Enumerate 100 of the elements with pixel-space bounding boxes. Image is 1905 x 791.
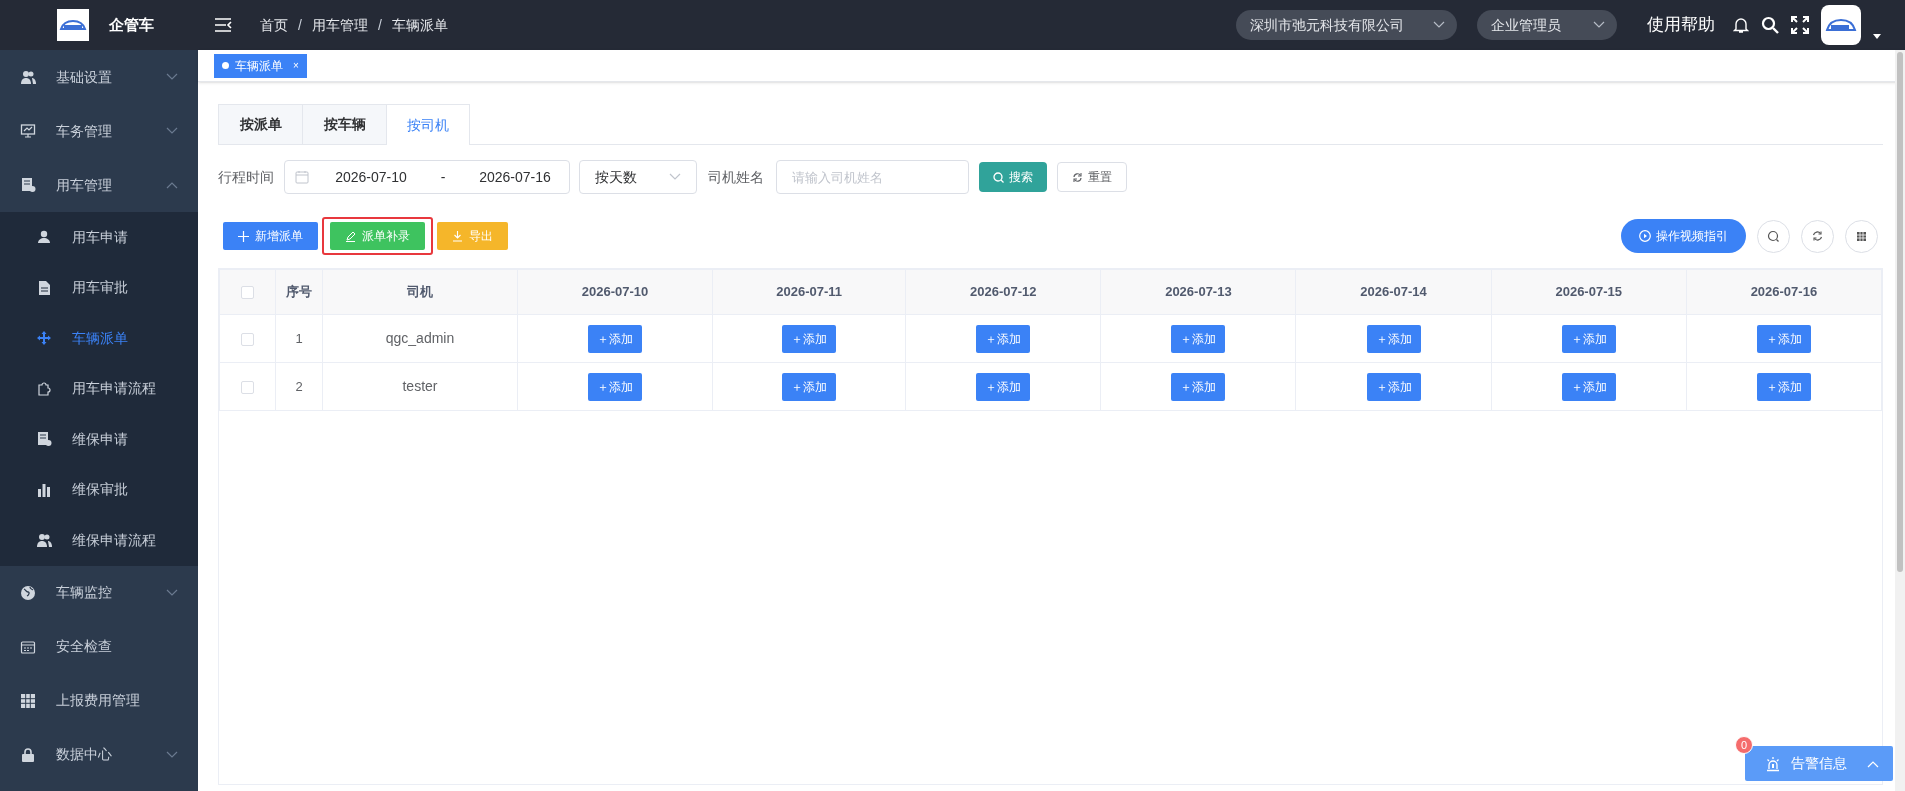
view-tab[interactable]: 按司机 (386, 104, 470, 145)
breadcrumb-separator: / (377, 15, 382, 35)
mode-select[interactable]: 按天数 (579, 160, 697, 194)
submenu-item[interactable]: 用车审批 (0, 262, 198, 313)
checkbox[interactable] (241, 380, 254, 394)
lock-icon (20, 746, 36, 763)
users-icon (36, 532, 52, 549)
add-button[interactable]: ＋添加 (976, 372, 1031, 401)
column-header: 2026-07-15 (1491, 269, 1687, 315)
users-icon (20, 69, 36, 85)
dropdown[interactable]: 企业管理员 (1477, 10, 1617, 40)
app-name: 企管车 (109, 14, 154, 35)
submenu-item[interactable]: 维保申请 (0, 414, 198, 465)
sidebar-menu-item[interactable]: 车务管理 (0, 104, 198, 158)
scrollbar[interactable] (1895, 50, 1905, 791)
chevron-down-icon (669, 173, 681, 181)
search-button[interactable] (1757, 219, 1790, 253)
video-guide-button[interactable]: 操作视频指引 (1621, 219, 1746, 253)
dropdown[interactable]: 深圳市弛元科技有限公司 (1236, 10, 1457, 40)
action-button[interactable]: 新增派单 (223, 222, 318, 250)
help-link[interactable]: 使用帮助 (1647, 12, 1715, 38)
bell-icon (1733, 16, 1749, 34)
date-range-field[interactable]: 2026-07-10 - 2026-07-16 (284, 160, 570, 194)
sidebar-menu-item[interactable]: 数据中心 (0, 727, 198, 782)
document-icon (36, 431, 52, 448)
table-cell: tester (322, 362, 518, 411)
column-header: 2026-07-12 (905, 269, 1101, 315)
grid-icon (20, 692, 36, 709)
submenu-item[interactable]: 用车申请 (0, 212, 198, 263)
submenu-item[interactable]: 维保申请流程 (0, 515, 198, 566)
move-arrows-icon (36, 330, 52, 347)
refresh-button[interactable] (1801, 219, 1834, 253)
breadcrumb-link[interactable]: 用车管理 (311, 14, 368, 36)
grid-icon (1855, 229, 1868, 243)
columns-button[interactable] (1845, 219, 1878, 253)
field-label: 行程时间 (218, 167, 274, 187)
chevron-down-icon (1593, 21, 1605, 29)
file-icon (36, 279, 52, 296)
submenu-item[interactable]: 用车申请流程 (0, 363, 198, 414)
calendar-icon (295, 170, 309, 184)
sidebar-menu-item[interactable]: 上报费用管理 (0, 673, 198, 728)
add-button[interactable]: ＋添加 (1366, 372, 1421, 401)
checkbox[interactable] (241, 332, 254, 346)
sidebar-menu-item[interactable]: 基础设置 (0, 50, 198, 104)
sidebar-menu-item[interactable]: 车辆监控 (0, 565, 198, 620)
add-button[interactable]: ＋添加 (1756, 372, 1811, 401)
sidebar-menu-item[interactable]: 用车管理 (0, 158, 198, 212)
chevron-up-icon (1867, 759, 1879, 768)
column-header: 2026-07-11 (712, 269, 906, 315)
sidebar-menu-item[interactable]: 安全检查 (0, 619, 198, 674)
add-button[interactable]: ＋添加 (782, 372, 837, 401)
search-icon (1767, 229, 1780, 243)
add-button[interactable]: ＋添加 (588, 372, 643, 401)
breadcrumb-separator: / (298, 15, 302, 35)
table-cell: 2 (275, 362, 323, 411)
user-icon (36, 229, 52, 246)
siren-icon (1765, 755, 1781, 772)
document-icon (20, 177, 36, 193)
table-cell: qgc_admin (322, 314, 518, 363)
column-header: 2026-07-16 (1686, 269, 1882, 315)
submenu-item[interactable]: 维保审批 (0, 464, 198, 515)
add-button[interactable]: ＋添加 (1171, 372, 1226, 401)
page-tab[interactable]: 车辆派单 × (214, 53, 307, 78)
add-button[interactable]: ＋添加 (1561, 324, 1616, 353)
column-header: 2026-07-13 (1100, 269, 1296, 315)
bar-chart-icon (36, 481, 52, 498)
download-icon (452, 230, 463, 242)
pencil-icon (345, 230, 356, 242)
add-button[interactable]: ＋添加 (1561, 372, 1616, 401)
search-icon (993, 171, 1004, 183)
field-label: 司机姓名 (708, 167, 764, 187)
menu-icon (214, 17, 232, 33)
fullscreen-icon (1791, 16, 1809, 34)
calendar-icon (20, 638, 36, 655)
add-button[interactable]: ＋添加 (1366, 324, 1421, 353)
checkbox[interactable] (241, 286, 254, 300)
reset-button[interactable]: 重置 (1057, 162, 1127, 192)
breadcrumb-link[interactable]: 车辆派单 (391, 14, 448, 36)
column-header: 序号 (275, 269, 323, 315)
search-icon (1761, 16, 1779, 34)
chevron-down-icon (1433, 21, 1445, 29)
add-button[interactable]: ＋添加 (588, 324, 643, 353)
add-button[interactable]: ＋添加 (976, 324, 1031, 353)
column-header: 2026-07-10 (517, 269, 713, 315)
add-button[interactable]: ＋添加 (782, 324, 837, 353)
plus-icon (238, 230, 249, 242)
close-icon[interactable]: × (293, 58, 299, 73)
monitor-icon (20, 123, 36, 139)
globe-icon (20, 584, 36, 601)
submenu-item[interactable]: 车辆派单 (0, 313, 198, 364)
view-tab[interactable]: 按派单 (218, 104, 302, 144)
count-badge: 0 (1735, 736, 1753, 754)
add-button[interactable]: ＋添加 (1171, 324, 1226, 353)
refresh-icon (1072, 171, 1083, 183)
puzzle-icon (36, 380, 52, 397)
add-button[interactable]: ＋添加 (1756, 324, 1811, 353)
breadcrumb-link[interactable]: 首页 (260, 14, 288, 36)
car-logo (57, 9, 89, 41)
play-icon (1639, 230, 1651, 242)
view-tab[interactable]: 按车辆 (302, 104, 386, 144)
